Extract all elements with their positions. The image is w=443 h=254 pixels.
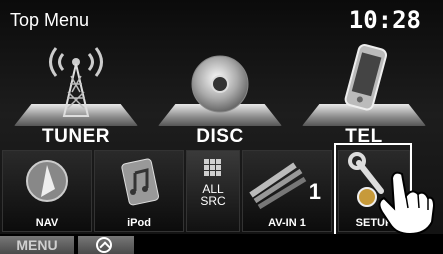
phone-icon — [344, 44, 388, 111]
radio-tower-icon — [49, 47, 103, 117]
top-menu-screen: Top Menu 10:28 TUNER DISC TEL NAV iPod A… — [0, 0, 443, 254]
tuner-button[interactable]: TUNER — [8, 34, 144, 147]
av-in-label: AV-IN 1 — [268, 217, 306, 229]
screen-title: Top Menu — [10, 10, 90, 30]
chevron-up-icon — [96, 237, 112, 253]
all-src-line2: SRC — [200, 194, 226, 208]
nav-button[interactable]: NAV — [2, 150, 92, 232]
all-src-button[interactable]: ALL SRC — [186, 150, 240, 232]
av-in-badge: 1 — [308, 179, 321, 204]
disc-label: DISC — [196, 126, 244, 147]
pointing-hand-icon — [378, 171, 436, 236]
menu-button[interactable]: MENU — [0, 236, 74, 254]
tuner-label: TUNER — [42, 126, 110, 147]
av-in-button[interactable]: 1 AV-IN 1 — [242, 150, 332, 232]
tel-button[interactable]: TEL — [296, 34, 432, 147]
all-src-label: ALL SRC — [187, 183, 239, 207]
clock: 10:28 — [348, 6, 421, 34]
tel-label: TEL — [345, 126, 383, 147]
navigation-arrow-icon — [26, 160, 68, 202]
disc-icon — [191, 55, 249, 113]
nav-label: NAV — [35, 217, 59, 229]
disc-button[interactable]: DISC — [152, 34, 288, 147]
grid-icon — [204, 159, 222, 177]
ipod-label: iPod — [127, 217, 151, 229]
ipod-music-icon — [121, 158, 160, 206]
up-button[interactable] — [78, 236, 134, 254]
ipod-button[interactable]: iPod — [94, 150, 184, 232]
